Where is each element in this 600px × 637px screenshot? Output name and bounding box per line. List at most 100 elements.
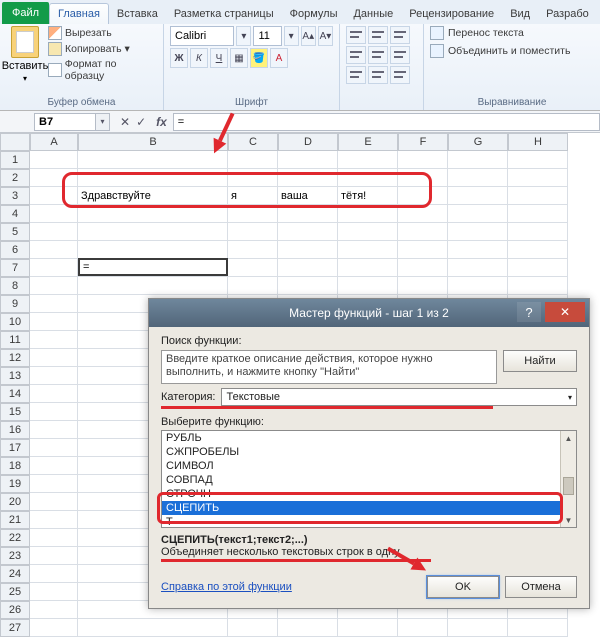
cell-C27[interactable] [228, 619, 278, 637]
col-header-E[interactable]: E [338, 133, 398, 151]
cell-H2[interactable] [508, 169, 568, 187]
cell-D1[interactable] [278, 151, 338, 169]
dialog-close-button[interactable]: ✕ [545, 302, 585, 322]
cell-D2[interactable] [278, 169, 338, 187]
cell-A22[interactable] [30, 529, 78, 547]
row-header-7[interactable]: 7 [0, 259, 30, 277]
row-header-22[interactable]: 22 [0, 529, 30, 547]
tab-home[interactable]: Главная [49, 3, 109, 24]
cell-G5[interactable] [448, 223, 508, 241]
col-header-D[interactable]: D [278, 133, 338, 151]
cell-A23[interactable] [30, 547, 78, 565]
tab-dev[interactable]: Разрабо [538, 4, 597, 24]
row-header-10[interactable]: 10 [0, 313, 30, 331]
cell-A17[interactable] [30, 439, 78, 457]
row-header-16[interactable]: 16 [0, 421, 30, 439]
align-middle-button[interactable] [368, 26, 388, 44]
cancel-formula-button[interactable]: ✕ [120, 115, 130, 129]
cell-E3[interactable]: тётя! [338, 187, 398, 205]
cell-B7-editing[interactable]: = [78, 258, 228, 276]
align-right-button[interactable] [390, 46, 410, 64]
cell-C6[interactable] [228, 241, 278, 259]
cell-E5[interactable] [338, 223, 398, 241]
col-header-F[interactable]: F [398, 133, 448, 151]
cell-H8[interactable] [508, 277, 568, 295]
row-header-3[interactable]: 3 [0, 187, 30, 205]
cell-B6[interactable] [78, 241, 228, 259]
grow-font-button[interactable]: A▴ [301, 26, 316, 46]
row-header-2[interactable]: 2 [0, 169, 30, 187]
font-size-select[interactable]: 11 [253, 26, 281, 46]
cell-A1[interactable] [30, 151, 78, 169]
bold-button[interactable]: Ж [170, 48, 188, 68]
cell-C7[interactable] [228, 259, 278, 277]
function-item-СЦЕПИТЬ[interactable]: СЦЕПИТЬ [162, 501, 576, 515]
cell-C2[interactable] [228, 169, 278, 187]
function-item-Т[interactable]: Т [162, 515, 576, 528]
italic-button[interactable]: К [190, 48, 208, 68]
function-item-СОВПАД[interactable]: СОВПАД [162, 473, 576, 487]
row-header-5[interactable]: 5 [0, 223, 30, 241]
cell-A3[interactable] [30, 187, 78, 205]
cell-A21[interactable] [30, 511, 78, 529]
select-all-corner[interactable] [0, 133, 30, 151]
cell-G8[interactable] [448, 277, 508, 295]
cell-C5[interactable] [228, 223, 278, 241]
col-header-C[interactable]: C [228, 133, 278, 151]
scroll-down-button[interactable]: ▼ [561, 513, 576, 527]
row-header-19[interactable]: 19 [0, 475, 30, 493]
formula-input[interactable]: = [173, 113, 600, 131]
tab-review[interactable]: Рецензирование [401, 4, 502, 24]
cell-E1[interactable] [338, 151, 398, 169]
cell-A27[interactable] [30, 619, 78, 637]
increase-indent-button[interactable] [368, 66, 388, 84]
col-header-G[interactable]: G [448, 133, 508, 151]
row-header-6[interactable]: 6 [0, 241, 30, 259]
row-header-24[interactable]: 24 [0, 565, 30, 583]
row-header-23[interactable]: 23 [0, 547, 30, 565]
row-header-11[interactable]: 11 [0, 331, 30, 349]
file-tab[interactable]: Файл [2, 2, 49, 24]
cell-D7[interactable] [278, 259, 338, 277]
dialog-help-button[interactable]: ? [517, 302, 541, 322]
cell-A6[interactable] [30, 241, 78, 259]
function-item-СЖПРОБЕЛЫ[interactable]: СЖПРОБЕЛЫ [162, 445, 576, 459]
orientation-button[interactable] [390, 66, 410, 84]
cell-A5[interactable] [30, 223, 78, 241]
row-header-21[interactable]: 21 [0, 511, 30, 529]
ok-button[interactable]: OK [427, 576, 499, 598]
row-header-4[interactable]: 4 [0, 205, 30, 223]
cell-A2[interactable] [30, 169, 78, 187]
cell-G2[interactable] [448, 169, 508, 187]
cell-C8[interactable] [228, 277, 278, 295]
underline-button[interactable]: Ч [210, 48, 228, 68]
cell-H1[interactable] [508, 151, 568, 169]
insert-function-button[interactable]: fx [156, 115, 167, 129]
font-name-select[interactable]: Calibri [170, 26, 234, 46]
cell-H6[interactable] [508, 241, 568, 259]
shrink-font-button[interactable]: A▾ [318, 26, 333, 46]
cell-D27[interactable] [278, 619, 338, 637]
merge-center-button[interactable]: Объединить и поместить [430, 44, 594, 58]
cell-F2[interactable] [398, 169, 448, 187]
format-painter-button[interactable]: Формат по образцу [48, 58, 157, 82]
tab-view[interactable]: Вид [502, 4, 538, 24]
copy-button[interactable]: Копировать ▾ [48, 42, 157, 56]
row-header-26[interactable]: 26 [0, 601, 30, 619]
row-header-15[interactable]: 15 [0, 403, 30, 421]
row-header-8[interactable]: 8 [0, 277, 30, 295]
borders-button[interactable]: ▦ [230, 48, 248, 68]
tab-insert[interactable]: Вставка [109, 4, 166, 24]
cell-B4[interactable] [78, 205, 228, 223]
font-color-button[interactable]: A [270, 48, 288, 68]
row-header-9[interactable]: 9 [0, 295, 30, 313]
cell-F5[interactable] [398, 223, 448, 241]
cell-F4[interactable] [398, 205, 448, 223]
function-help-link[interactable]: Справка по этой функции [161, 581, 292, 593]
cell-A4[interactable] [30, 205, 78, 223]
cell-C1[interactable] [228, 151, 278, 169]
cell-B3[interactable]: Здравствуйте [78, 187, 228, 205]
cell-C3[interactable]: я [228, 187, 278, 205]
accept-formula-button[interactable]: ✓ [136, 115, 146, 129]
row-header-20[interactable]: 20 [0, 493, 30, 511]
